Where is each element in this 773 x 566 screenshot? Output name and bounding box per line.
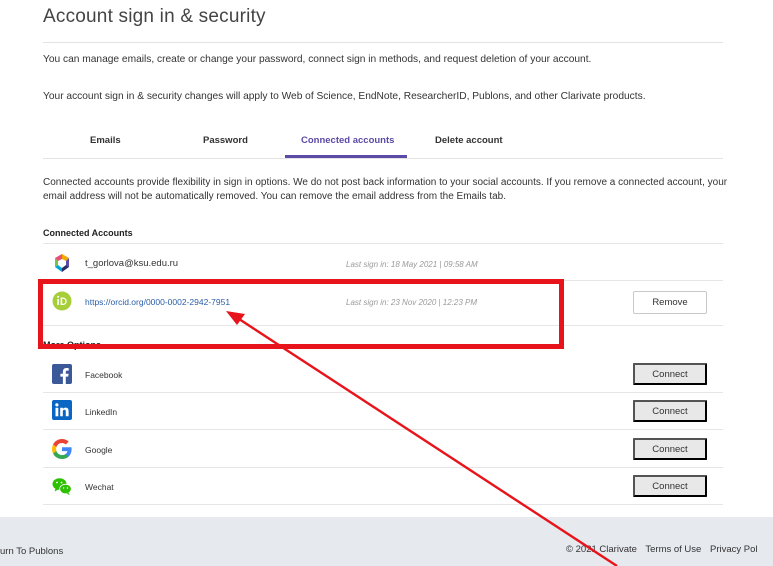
linkedin-icon (52, 400, 72, 420)
account-tabs: Emails Password Connected accounts Delet… (43, 133, 723, 159)
connected-accounts-description: Connected accounts provide flexibility i… (43, 177, 728, 202)
tab-delete-account[interactable]: Delete account (435, 135, 503, 146)
remove-orcid-button[interactable]: Remove (633, 291, 707, 314)
connected-account-email: t_gorlova@ksu.edu.ru (85, 258, 179, 269)
privacy-policy-link[interactable]: Privacy Pol (710, 544, 758, 555)
option-facebook-label: Facebook (85, 370, 123, 380)
google-icon (52, 439, 72, 459)
title-divider (43, 42, 723, 43)
option-wechat-label: Wechat (85, 482, 114, 492)
copyright-text: © 2021 Clarivate (566, 544, 637, 555)
facebook-icon (52, 364, 72, 384)
intro-text-manage: You can manage emails, create or change … (43, 54, 592, 65)
last-sign-in-email: Last sign in: 18 May 2021 | 09:58 AM (346, 260, 478, 269)
page-footer (0, 517, 773, 566)
option-linkedin-label: LinkedIn (85, 407, 118, 417)
row-divider (43, 504, 723, 505)
connect-linkedin-button[interactable]: Connect (633, 400, 707, 422)
intro-text-products: Your account sign in & security changes … (43, 91, 646, 102)
row-divider (43, 467, 723, 468)
connect-wechat-button[interactable]: Connect (633, 475, 707, 497)
orcid-highlight-box (38, 279, 564, 349)
tab-connected-accounts[interactable]: Connected accounts (301, 135, 394, 146)
tab-emails[interactable]: Emails (90, 135, 121, 146)
row-divider (43, 243, 723, 244)
return-to-publons-link[interactable]: urn To Publons (0, 546, 63, 557)
option-google-label: Google (85, 445, 113, 455)
connect-google-button[interactable]: Connect (633, 438, 707, 460)
tabs-divider (43, 158, 723, 159)
row-divider (43, 392, 723, 393)
terms-of-use-link[interactable]: Terms of Use (645, 544, 701, 555)
tab-password[interactable]: Password (203, 135, 248, 146)
clarivate-logo-icon (55, 254, 69, 272)
connected-accounts-heading: Connected Accounts (43, 228, 133, 238)
wechat-icon (52, 478, 72, 496)
row-divider (43, 429, 723, 430)
page-title: Account sign in & security (43, 6, 266, 27)
connect-facebook-button[interactable]: Connect (633, 363, 707, 385)
footer-links: © 2021 Clarivate Terms of Use Privacy Po… (566, 544, 764, 555)
